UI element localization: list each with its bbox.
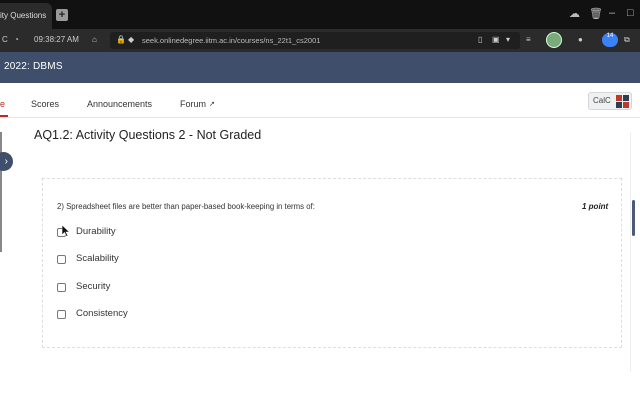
option-checkbox[interactable] [57,310,66,319]
mouse-cursor-icon [62,225,70,237]
puzzle-icon[interactable]: ⧉ [624,33,630,47]
tab-forum[interactable]: Forum [180,99,206,109]
new-tab-button[interactable]: + [56,9,68,21]
browser-toolbar: C ◔ 09:38:27 AM ⌂ 🔒 ◆ seek.onlinedegree.… [0,29,640,52]
shield-icon[interactable]: ◆ [128,33,134,47]
home-icon[interactable]: ⌂ [92,33,97,47]
page-title: AQ1.2: Activity Questions 2 - Not Graded [34,128,262,142]
calculator-label: CalC [593,96,611,105]
avatar[interactable] [546,32,562,48]
browser-tab[interactable]: ity Questions [0,3,52,29]
tab-scores[interactable]: Scores [31,99,59,109]
browser-tab-strip: ity Questions + ☁ 🗑 – □ [0,0,640,29]
calculator-button[interactable]: CalC [588,92,632,110]
calculator-icon [616,95,629,108]
question-text: 2) Spreadsheet files are better than pap… [57,202,315,211]
trash-icon[interactable]: 🗑 [589,7,603,20]
active-tab-indicator [0,115,8,117]
option-label: Security [76,281,111,292]
cloud-icon[interactable]: ☁ [569,7,580,20]
question-points: 1 point [582,202,609,211]
tab-course[interactable]: e [0,99,5,109]
reload-icon[interactable]: C [2,33,8,47]
bookmark-icon[interactable]: ▯ [478,33,482,47]
extension-icon[interactable]: ● [578,33,583,47]
external-link-icon: ↗ [209,101,215,108]
browser-tab-title: ity Questions [0,11,47,20]
left-rail [0,132,2,252]
option-label: Consistency [76,308,128,319]
option-label: Durability [76,226,116,237]
content-divider [630,132,631,372]
minimize-icon[interactable]: – [609,7,615,19]
clock-icon: ◔ [14,35,19,44]
app-header: 2022: DBMS [0,52,640,83]
scrollbar[interactable] [632,200,635,236]
extension-badge[interactable]: 14 [602,33,618,47]
option-checkbox[interactable] [57,283,66,292]
chevron-down-icon[interactable]: ▾ [506,33,510,47]
maximize-icon[interactable]: □ [627,7,634,19]
expand-sidebar-button[interactable]: › [0,152,13,171]
option-checkbox[interactable] [57,255,66,264]
menu-icon[interactable]: ≡ [526,33,531,47]
url-text[interactable]: seek.onlinedegree.iitm.ac.in/courses/ns_… [142,34,320,47]
option-label: Scalability [76,253,119,264]
course-nav: e Scores Announcements Forum ↗ CalC [0,83,640,118]
save-icon[interactable]: ▣ [492,33,500,47]
course-title: 2022: DBMS [4,61,63,72]
tab-announcements[interactable]: Announcements [87,99,152,109]
lock-icon: 🔒 [116,35,126,44]
time-display: 09:38:27 AM [34,35,79,44]
